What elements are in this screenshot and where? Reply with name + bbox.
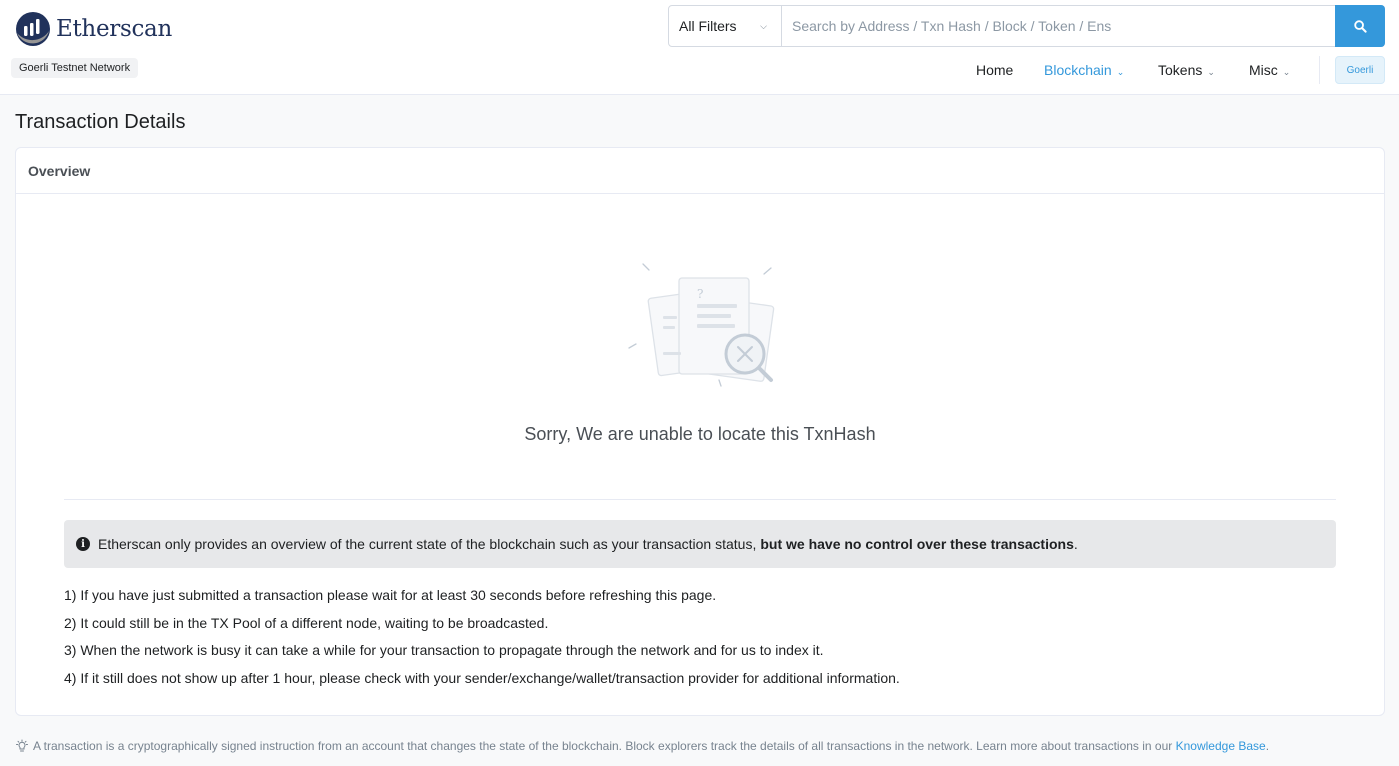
chevron-down-icon: ⌄ (1116, 67, 1125, 77)
footer-note-end: . (1265, 739, 1270, 753)
chevron-down-icon: ⌵ (760, 20, 767, 31)
search-button[interactable] (1335, 5, 1385, 47)
page-title: Transaction Details (15, 111, 186, 133)
tab-overview-label: Overview (28, 163, 91, 179)
nav-blockchain-label: Blockchain (1044, 62, 1112, 78)
footer-note: A transaction is a cryptographically sig… (15, 739, 1269, 753)
logo[interactable]: Etherscan (15, 11, 172, 47)
alert-bold-text: but we have no control over these transa… (760, 536, 1074, 552)
nav-misc[interactable]: Misc ⌄ (1249, 62, 1290, 78)
tips-list: 1) If you have just submitted a transact… (64, 587, 1336, 697)
list-item: 1) If you have just submitted a transact… (64, 587, 717, 603)
chevron-down-icon: ⌄ (1207, 67, 1215, 77)
filter-label: All Filters (679, 18, 737, 34)
overview-card: Overview ? Sorry, We are unable to locat… (15, 147, 1385, 716)
tab-overview[interactable]: Overview (16, 148, 1384, 194)
nav-blockchain[interactable]: Blockchain ⌄ (1044, 62, 1124, 78)
alert-period: . (1073, 536, 1078, 552)
list-item: 4) If it still does not show up after 1 … (64, 669, 900, 686)
search-input[interactable] (782, 6, 1335, 46)
not-found-message: Sorry, We are unable to locate this TxnH… (524, 424, 876, 444)
footer-note-text: A transaction is a cryptographically sig… (33, 739, 1173, 753)
search-bar: All Filters ⌵ (668, 5, 1385, 47)
main-nav: Home Blockchain ⌄ Tokens ⌄ Misc ⌄ (0, 56, 1399, 84)
document-search-illustration: ? (628, 263, 775, 387)
site-header: Etherscan Goerli Testnet Network All Fil… (0, 0, 1399, 95)
nav-home[interactable]: Home (976, 62, 1013, 78)
etherscan-logo-icon (16, 12, 50, 46)
chevron-down-icon: ⌄ (1282, 67, 1291, 77)
info-icon: i (76, 537, 90, 551)
search-icon (1353, 19, 1367, 33)
knowledge-base-link[interactable]: Knowledge Base (1176, 739, 1266, 753)
nav-tokens-label: Tokens (1158, 62, 1203, 78)
nav-divider (1319, 56, 1320, 84)
divider (64, 499, 1336, 500)
svg-text:?: ? (697, 287, 703, 301)
alert-text: Etherscan only provides an overview of t… (98, 536, 757, 552)
info-alert: i Etherscan only provides an overview of… (64, 520, 1336, 568)
list-item: 3) When the network is busy it can take … (64, 642, 824, 658)
nav-misc-label: Misc (1249, 62, 1278, 78)
lightbulb-icon (16, 739, 28, 752)
list-item: 2) It could still be in the TX Pool of a… (64, 614, 549, 631)
nav-tokens[interactable]: Tokens ⌄ (1158, 62, 1215, 78)
network-switch-button[interactable]: Goerli (1335, 56, 1385, 84)
brand-name: Etherscan (56, 16, 172, 42)
filter-dropdown[interactable]: All Filters ⌵ (669, 6, 782, 46)
nav-home-label: Home (976, 62, 1014, 78)
